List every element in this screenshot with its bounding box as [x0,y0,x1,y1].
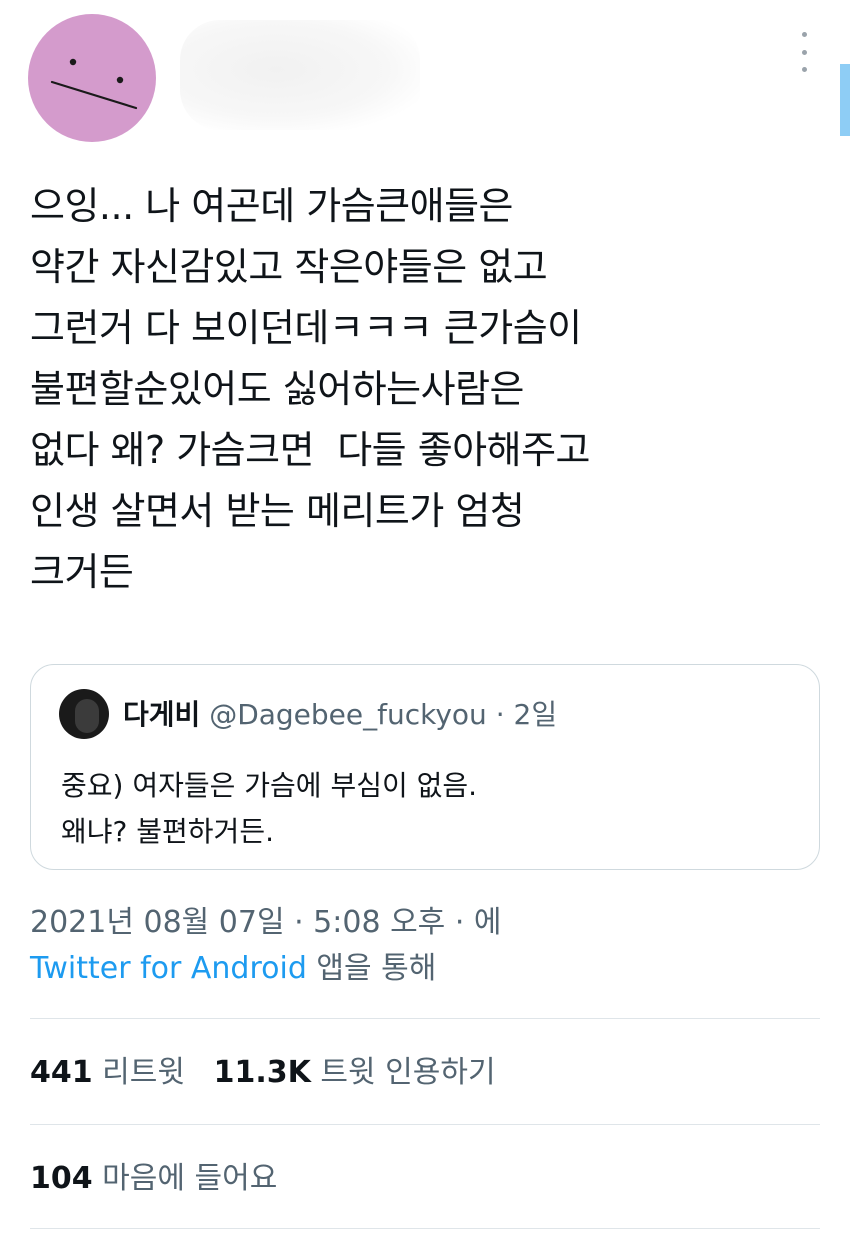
quotes-link[interactable]: 11.3K 트윗 인용하기 [214,1055,496,1090]
retweets-count: 441 [30,1055,93,1090]
quoted-tweet-text: 중요) 여자들은 가슴에 부심이 없음. 왜냐? 불편하거든. [61,769,478,848]
quoted-tweet-header: 다게비 @Dagebee_fuckyou · 2일 [123,695,557,735]
divider [30,1124,820,1125]
source-app-link[interactable]: Twitter for Android [30,951,307,986]
separator-dot: · [495,698,505,731]
user-avatar[interactable] [28,14,156,142]
redacted-user-name [180,20,420,130]
quoted-tweet-card[interactable]: 다게비 @Dagebee_fuckyou · 2일 중요) 여자들은 가슴에 부… [30,664,820,870]
quoted-user-avatar[interactable] [59,689,109,739]
scrollbar-thumb[interactable] [840,64,850,136]
likes-link[interactable]: 104 마음에 들어요 [30,1161,277,1196]
quotes-count: 11.3K [213,1055,311,1090]
divider [30,1228,820,1229]
retweets-link[interactable]: 441 리트윗 [30,1055,185,1090]
likes-count: 104 [30,1161,93,1196]
tweet-timestamp[interactable]: 2021년 08월 07일 · 5:08 오후 · 에 [30,898,502,948]
likes-label: 마음에 들어요 [102,1161,278,1196]
quoted-tweet-time[interactable]: 2일 [514,698,558,731]
retweets-label: 리트윗 [102,1055,185,1090]
meh-face-avatar-icon [50,58,138,110]
tweet-source: Twitter for Android 앱을 통해 [30,946,436,992]
quotes-label: 트윗 인용하기 [320,1055,496,1090]
more-vertical-icon[interactable] [792,32,816,72]
quoted-user-name[interactable]: 다게비 [123,698,200,731]
source-suffix: 앱을 통해 [306,951,437,986]
retweet-quote-stats: 441 리트윗 11.3K 트윗 인용하기 [30,1050,496,1096]
quoted-user-handle[interactable]: @Dagebee_fuckyou [209,698,487,731]
tweet-text: 으잉... 나 여곤데 가슴큰애들은 약간 자신감있고 작은야들은 없고 그런거… [30,184,591,594]
likes-stats: 104 마음에 들어요 [30,1156,277,1202]
divider [30,1018,820,1019]
